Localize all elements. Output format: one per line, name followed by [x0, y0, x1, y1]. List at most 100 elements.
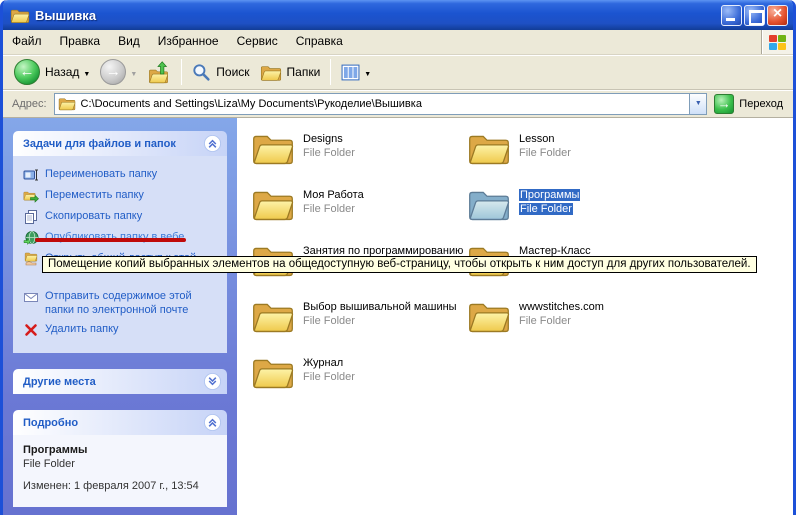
folder-icon	[251, 354, 295, 390]
chevron-up-icon[interactable]	[203, 413, 222, 432]
forward-button[interactable]	[95, 57, 142, 87]
folders-label: Папки	[287, 65, 321, 79]
views-dropdown-icon[interactable]	[360, 65, 371, 79]
folder-tile-programmy-selected[interactable]: Программы File Folder	[467, 186, 683, 242]
folder-tile-vybor-mashiny[interactable]: Выбор вышивальной машины File Folder	[251, 298, 467, 354]
back-label: Назад	[45, 65, 79, 79]
toolbar-separator	[330, 59, 331, 85]
folder-tile-moya-rabota[interactable]: Моя Работа File Folder	[251, 186, 467, 242]
windows-logo-icon	[769, 35, 786, 50]
tasks-section-title: Задачи для файлов и папок	[23, 138, 176, 150]
address-path: C:\Documents and Settings\Liza\My Docume…	[81, 98, 422, 110]
task-label: Переименовать папку	[45, 167, 157, 181]
tasks-section: Задачи для файлов и папок Переименовать …	[13, 131, 227, 353]
task-copy-folder[interactable]: Скопировать папку	[23, 209, 221, 225]
task-delete-folder[interactable]: Удалить папку	[23, 322, 221, 338]
folder-type: File Folder	[519, 315, 571, 327]
folder-type: File Folder	[303, 147, 355, 159]
search-icon	[192, 63, 211, 82]
details-item-name: Программы	[23, 443, 217, 457]
address-dropdown-button[interactable]	[689, 94, 706, 114]
chevron-down-icon[interactable]	[203, 372, 222, 391]
other-places-section: Другие места	[13, 369, 227, 394]
close-button[interactable]	[767, 5, 788, 26]
folder-icon	[467, 130, 511, 166]
search-button[interactable]: Поиск	[187, 57, 254, 87]
folder-name: Выбор вышивальной машины	[303, 301, 457, 313]
folder-type: File Folder	[303, 371, 355, 383]
menubar-logo-area	[761, 30, 793, 54]
menu-help[interactable]: Справка	[287, 30, 352, 54]
folder-tile-designs[interactable]: Designs File Folder	[251, 130, 467, 186]
up-button[interactable]	[142, 57, 176, 87]
other-places-title: Другие места	[23, 376, 96, 388]
menu-file[interactable]: Файл	[3, 30, 51, 54]
folder-icon	[251, 186, 295, 222]
details-header[interactable]: Подробно	[13, 410, 227, 435]
menu-tools[interactable]: Сервис	[228, 30, 287, 54]
delete-icon	[23, 322, 39, 338]
forward-icon	[100, 59, 126, 85]
folder-tile-zhurnal[interactable]: Журнал File Folder	[251, 354, 467, 410]
addressbar: Адрес: C:\Documents and Settings\Liza\My…	[3, 90, 793, 118]
folder-type: File Folder	[303, 203, 355, 215]
minimize-button[interactable]	[721, 5, 742, 26]
folder-icon	[251, 298, 295, 334]
menu-edit[interactable]: Правка	[51, 30, 110, 54]
details-section: Подробно Программы File Folder Изменен: …	[13, 410, 227, 507]
folder-tile-wwwstitches[interactable]: wwwstitches.com File Folder	[467, 298, 683, 354]
share-icon	[23, 251, 39, 267]
folder-icon	[10, 7, 30, 24]
forward-dropdown-icon[interactable]	[126, 65, 137, 79]
folders-button[interactable]: Папки	[255, 57, 326, 87]
copy-icon	[23, 209, 39, 225]
folders-icon	[260, 63, 282, 82]
folder-tile-lesson[interactable]: Lesson File Folder	[467, 130, 683, 186]
folder-icon	[58, 96, 76, 111]
window-title: Вышивка	[35, 8, 96, 23]
file-area: Designs File Folder Lesson File Folder М…	[237, 118, 793, 515]
folder-name: Журнал	[303, 357, 343, 369]
tooltip: Помещение копий выбранных элементов на о…	[42, 256, 757, 273]
task-email-folder[interactable]: Отправить содержимое этой папки по элект…	[23, 289, 221, 317]
toolbar-separator	[181, 59, 182, 85]
other-places-header[interactable]: Другие места	[13, 369, 227, 394]
back-dropdown-icon[interactable]	[79, 65, 90, 79]
menu-favorites[interactable]: Избранное	[149, 30, 228, 54]
chevron-up-icon[interactable]	[203, 134, 222, 153]
task-label: Скопировать папку	[45, 209, 142, 223]
folder-name: wwwstitches.com	[519, 301, 604, 313]
toolbar: Назад Поиск Папки	[3, 55, 793, 90]
views-icon	[341, 63, 360, 82]
go-label: Переход	[739, 98, 783, 110]
folder-icon	[467, 186, 511, 222]
folder-icon	[467, 298, 511, 334]
details-item-modified: Изменен: 1 февраля 2007 г., 13:54	[23, 479, 217, 493]
go-button[interactable]: Переход	[714, 94, 783, 114]
task-rename-folder[interactable]: Переименовать папку	[23, 167, 221, 183]
details-title: Подробно	[23, 417, 78, 429]
task-move-folder[interactable]: Переместить папку	[23, 188, 221, 204]
back-icon	[14, 59, 40, 85]
back-button[interactable]: Назад	[9, 57, 95, 87]
maximize-button[interactable]	[744, 5, 765, 26]
content: Задачи для файлов и папок Переименовать …	[3, 118, 793, 515]
annotation-red-underline	[35, 238, 186, 242]
task-label: Отправить содержимое этой папки по элект…	[45, 289, 221, 317]
titlebar: Вышивка	[3, 0, 793, 30]
tasks-list: Переименовать папку Переместить папку	[13, 156, 227, 353]
details-item-type: File Folder	[23, 457, 217, 471]
window-controls	[719, 5, 788, 26]
email-icon	[23, 289, 39, 305]
views-button[interactable]	[336, 57, 376, 87]
menu-view[interactable]: Вид	[109, 30, 149, 54]
search-label: Поиск	[216, 65, 249, 79]
move-icon	[23, 188, 39, 204]
address-label: Адрес:	[12, 98, 47, 110]
address-input[interactable]: C:\Documents and Settings\Liza\My Docume…	[54, 93, 708, 115]
sidebar: Задачи для файлов и папок Переименовать …	[3, 118, 237, 515]
tasks-section-header[interactable]: Задачи для файлов и папок	[13, 131, 227, 156]
folder-name: Программы	[519, 189, 580, 201]
details-body: Программы File Folder Изменен: 1 февраля…	[13, 435, 227, 507]
folder-icon	[251, 130, 295, 166]
